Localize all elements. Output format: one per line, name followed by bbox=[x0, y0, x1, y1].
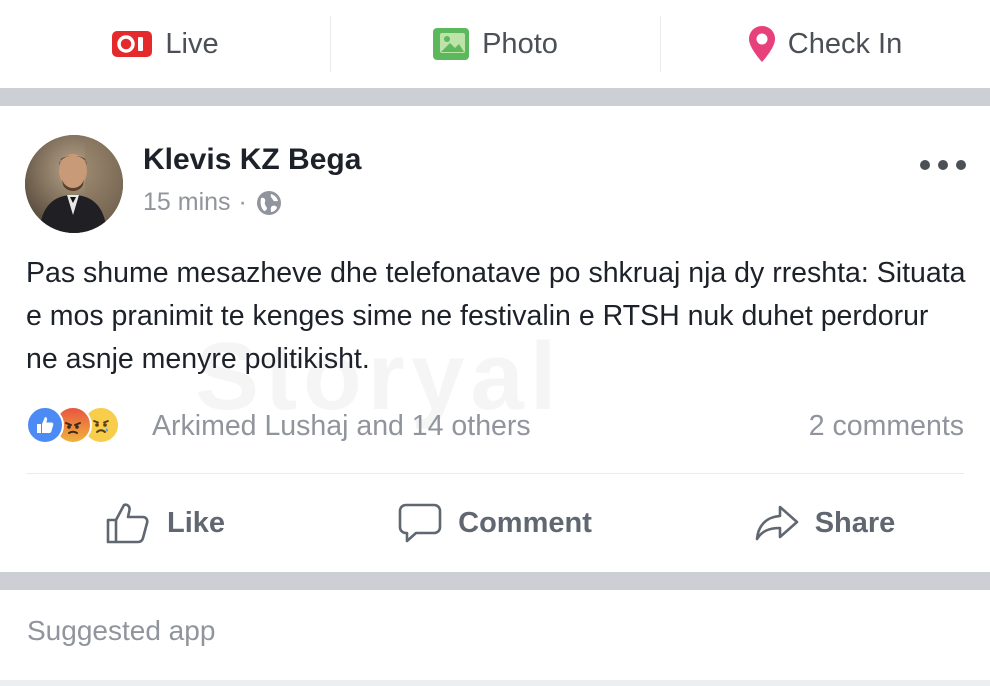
share-button[interactable]: Share bbox=[660, 474, 990, 572]
photo-button[interactable]: Photo bbox=[330, 0, 660, 88]
post-action-bar: Like Comment Share bbox=[0, 474, 990, 572]
post-author-name[interactable]: Klevis KZ Bega bbox=[143, 143, 361, 177]
live-button[interactable]: Live bbox=[0, 0, 330, 88]
author-avatar[interactable] bbox=[25, 135, 123, 233]
comment-button[interactable]: Comment bbox=[330, 474, 660, 572]
live-label: Live bbox=[165, 27, 219, 60]
dot bbox=[938, 160, 948, 170]
post-body-text: Pas shume mesazheve dhe telefonatave po … bbox=[26, 257, 966, 375]
reactions-summary[interactable]: Arkimed Lushaj and 14 others bbox=[152, 410, 531, 443]
section-separator bbox=[0, 572, 990, 590]
like-label: Like bbox=[166, 506, 226, 539]
like-button[interactable]: Like bbox=[0, 474, 330, 572]
composer-bar: Live Photo Check In bbox=[0, 0, 990, 88]
dot bbox=[920, 160, 930, 170]
live-video-icon bbox=[112, 31, 153, 57]
bottom-divider bbox=[0, 680, 990, 686]
avatar-photo bbox=[25, 135, 123, 233]
like-reaction-icon bbox=[26, 406, 64, 444]
photo-label: Photo bbox=[482, 27, 558, 60]
section-separator bbox=[0, 88, 990, 106]
post-timestamp[interactable]: 15 mins bbox=[143, 188, 231, 217]
reactions-icons[interactable] bbox=[26, 406, 120, 444]
suggested-app-heading: Suggested app bbox=[27, 615, 216, 646]
comment-icon bbox=[398, 503, 442, 543]
share-arrow-icon bbox=[755, 505, 798, 541]
post-meta: 15 mins · bbox=[143, 188, 283, 217]
photo-icon bbox=[433, 28, 470, 60]
comment-label: Comment bbox=[458, 506, 592, 539]
comments-count[interactable]: 2 comments bbox=[809, 410, 964, 443]
dot bbox=[956, 160, 966, 170]
globe-icon[interactable] bbox=[255, 189, 283, 217]
location-pin-icon bbox=[748, 26, 775, 62]
check-in-label: Check In bbox=[787, 27, 903, 60]
check-in-button[interactable]: Check In bbox=[660, 0, 990, 88]
share-label: Share bbox=[814, 506, 896, 539]
thumbs-up-icon bbox=[106, 503, 149, 544]
meta-separator: · bbox=[238, 188, 247, 216]
more-options-icon[interactable] bbox=[920, 150, 966, 180]
